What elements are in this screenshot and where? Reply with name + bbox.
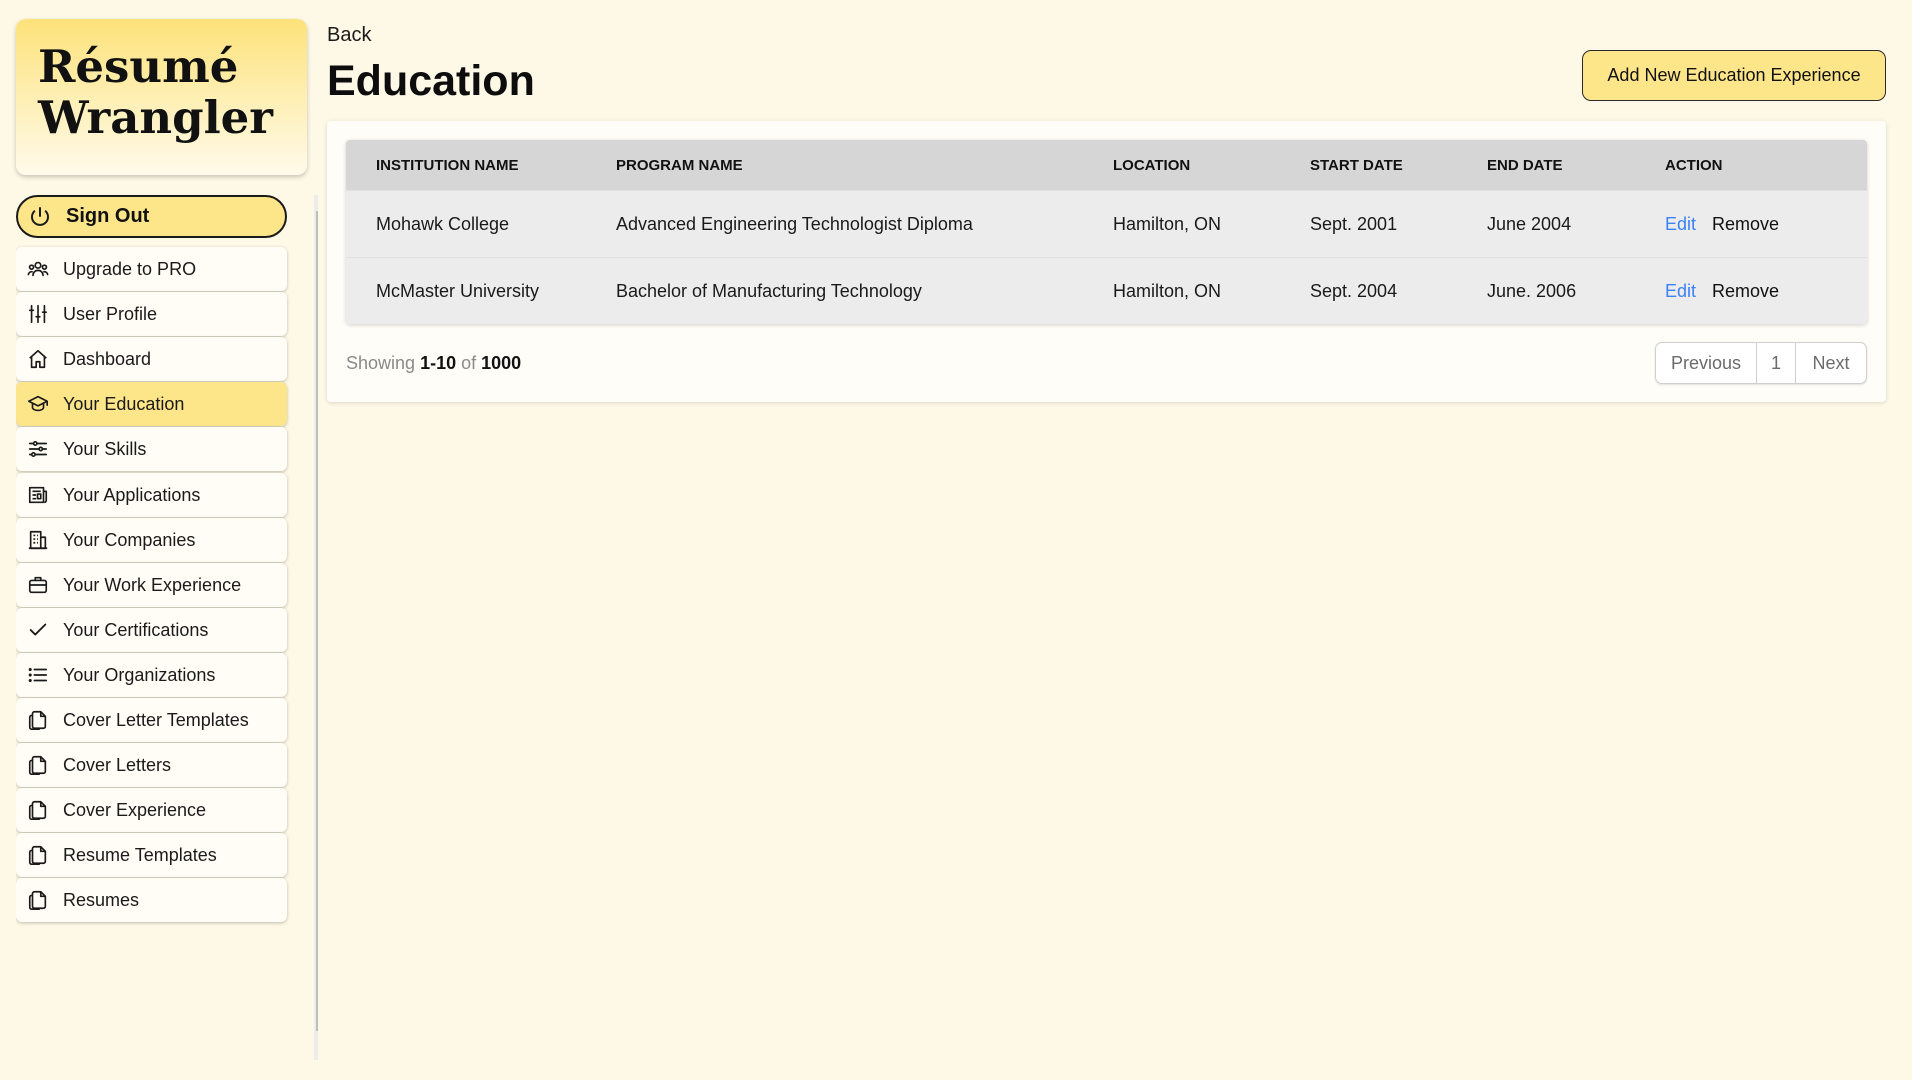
previous-page-button[interactable]: Previous [1656,343,1757,383]
briefcase-icon [27,574,49,596]
scrollbar-thumb[interactable] [316,211,318,1031]
column-header-end-date: END DATE [1487,140,1665,191]
action-cell: Edit Remove [1665,257,1867,324]
showing-range: 1-10 [420,353,457,373]
logo-line-1: Résumé [38,40,239,93]
documents-icon [27,799,49,821]
page-title: Education [327,57,535,105]
column-header-action: ACTION [1665,140,1867,191]
table-row: Mohawk College Advanced Engineering Tech… [346,190,1867,258]
users-icon [27,258,49,280]
sidebar-item-your-certifications[interactable]: Your Certifications [16,608,287,652]
column-header-location: LOCATION [1113,140,1310,191]
graduation-cap-icon [27,393,49,415]
documents-icon [27,754,49,776]
sidebar-item-label: User Profile [63,303,158,324]
documents-icon [27,844,49,866]
institution-cell: Mohawk College [346,190,616,258]
remove-link[interactable]: Remove [1712,214,1779,234]
edit-link[interactable]: Edit [1665,214,1696,234]
check-icon [27,619,49,641]
remove-link[interactable]: Remove [1712,281,1779,301]
sidebar-item-label: Your Companies [63,529,196,550]
sidebar-item-label: Your Organizations [63,664,216,685]
sidebar-item-label: Resume Templates [63,844,217,865]
sidebar-item-label: Your Skills [63,438,147,459]
sidebar-item-label: Your Work Experience [63,574,242,595]
program-cell: Bachelor of Manufacturing Technology [616,257,1113,324]
sidebar-item-label: Cover Letters [63,754,172,775]
program-cell: Advanced Engineering Technologist Diplom… [616,190,1113,258]
column-header-start-date: START DATE [1310,140,1487,191]
app-logo: Résumé Wrangler [16,19,307,175]
list-icon [27,664,49,686]
power-icon [28,205,52,229]
scroll-up-arrow[interactable]: ▲ [314,195,318,211]
sidebar-item-your-applications[interactable]: Your Applications [16,473,287,517]
logo-line-2: Wrangler [38,91,273,144]
sidebar-item-cover-letter-templates[interactable]: Cover Letter Templates [16,698,287,742]
sliders-vertical-icon [27,303,49,325]
location-cell: Hamilton, ON [1113,190,1310,258]
sign-out-button[interactable]: Sign Out [16,195,287,238]
sidebar-item-label: Cover Letter Templates [63,709,249,730]
sidebar: Sign Out Upgrade to PRO User Profile Dashb… [16,195,318,1060]
sliders-horizontal-icon [27,438,49,460]
sidebar-item-your-organizations[interactable]: Your Organizations [16,653,287,697]
action-cell: Edit Remove [1665,190,1867,258]
sidebar-item-upgrade-to-pro[interactable]: Upgrade to PRO [16,247,287,291]
showing-prefix: Showing [346,353,416,373]
sidebar-item-user-profile[interactable]: User Profile [16,292,287,336]
sidebar-item-resume-templates[interactable]: Resume Templates [16,833,287,877]
newspaper-icon [27,484,49,506]
end-date-cell: June. 2006 [1487,257,1665,324]
table-row: McMaster University Bachelor of Manufact… [346,257,1867,324]
scroll-down-arrow[interactable]: ▼ [314,1045,318,1060]
sidebar-item-label: Resumes [63,889,140,910]
table-header-row: INSTITUTION NAME PROGRAM NAME LOCATION S… [346,140,1867,191]
documents-icon [27,709,49,731]
sidebar-item-dashboard[interactable]: Dashboard [16,337,287,381]
end-date-cell: June 2004 [1487,190,1665,258]
sidebar-item-label: Dashboard [63,348,152,369]
sidebar-item-your-companies[interactable]: Your Companies [16,518,287,562]
institution-cell: McMaster University [346,257,616,324]
sidebar-item-label: Upgrade to PRO [63,258,197,279]
education-table-container: INSTITUTION NAME PROGRAM NAME LOCATION S… [346,140,1867,324]
sidebar-item-your-work-experience[interactable]: Your Work Experience [16,563,287,607]
pagination-summary: Showing 1-10 of 1000 [346,353,521,374]
start-date-cell: Sept. 2001 [1310,190,1487,258]
next-page-button[interactable]: Next [1796,343,1866,383]
edit-link[interactable]: Edit [1665,281,1696,301]
showing-of: of [461,353,477,373]
start-date-cell: Sept. 2004 [1310,257,1487,324]
pagination-controls: Previous 1 Next [1655,342,1867,384]
sidebar-item-label: Your Education [63,393,185,414]
sidebar-item-cover-letters[interactable]: Cover Letters [16,743,287,787]
showing-total: 1000 [481,353,522,373]
column-header-program: PROGRAM NAME [616,140,1113,191]
documents-icon [27,889,49,911]
location-cell: Hamilton, ON [1113,257,1310,324]
sidebar-item-label: Your Applications [63,484,201,505]
column-header-institution: INSTITUTION NAME [346,140,616,191]
sidebar-item-your-skills[interactable]: Your Skills [16,427,287,471]
page-number-button[interactable]: 1 [1757,343,1796,383]
sign-out-label: Sign Out [66,205,150,227]
add-education-button[interactable]: Add New Education Experience [1582,50,1886,101]
sidebar-item-label: Cover Experience [63,799,207,820]
sidebar-item-your-education[interactable]: Your Education [16,382,287,426]
education-panel: INSTITUTION NAME PROGRAM NAME LOCATION S… [327,121,1886,402]
education-table: INSTITUTION NAME PROGRAM NAME LOCATION S… [346,140,1867,324]
sidebar-item-resumes[interactable]: Resumes [16,878,287,922]
sidebar-scrollbar[interactable]: ▲ ▼ [314,195,318,1060]
building-icon [27,529,49,551]
sidebar-item-cover-experience[interactable]: Cover Experience [16,788,287,832]
back-link[interactable]: Back [327,24,371,47]
sidebar-item-label: Your Certifications [63,619,209,640]
home-icon [27,348,49,370]
